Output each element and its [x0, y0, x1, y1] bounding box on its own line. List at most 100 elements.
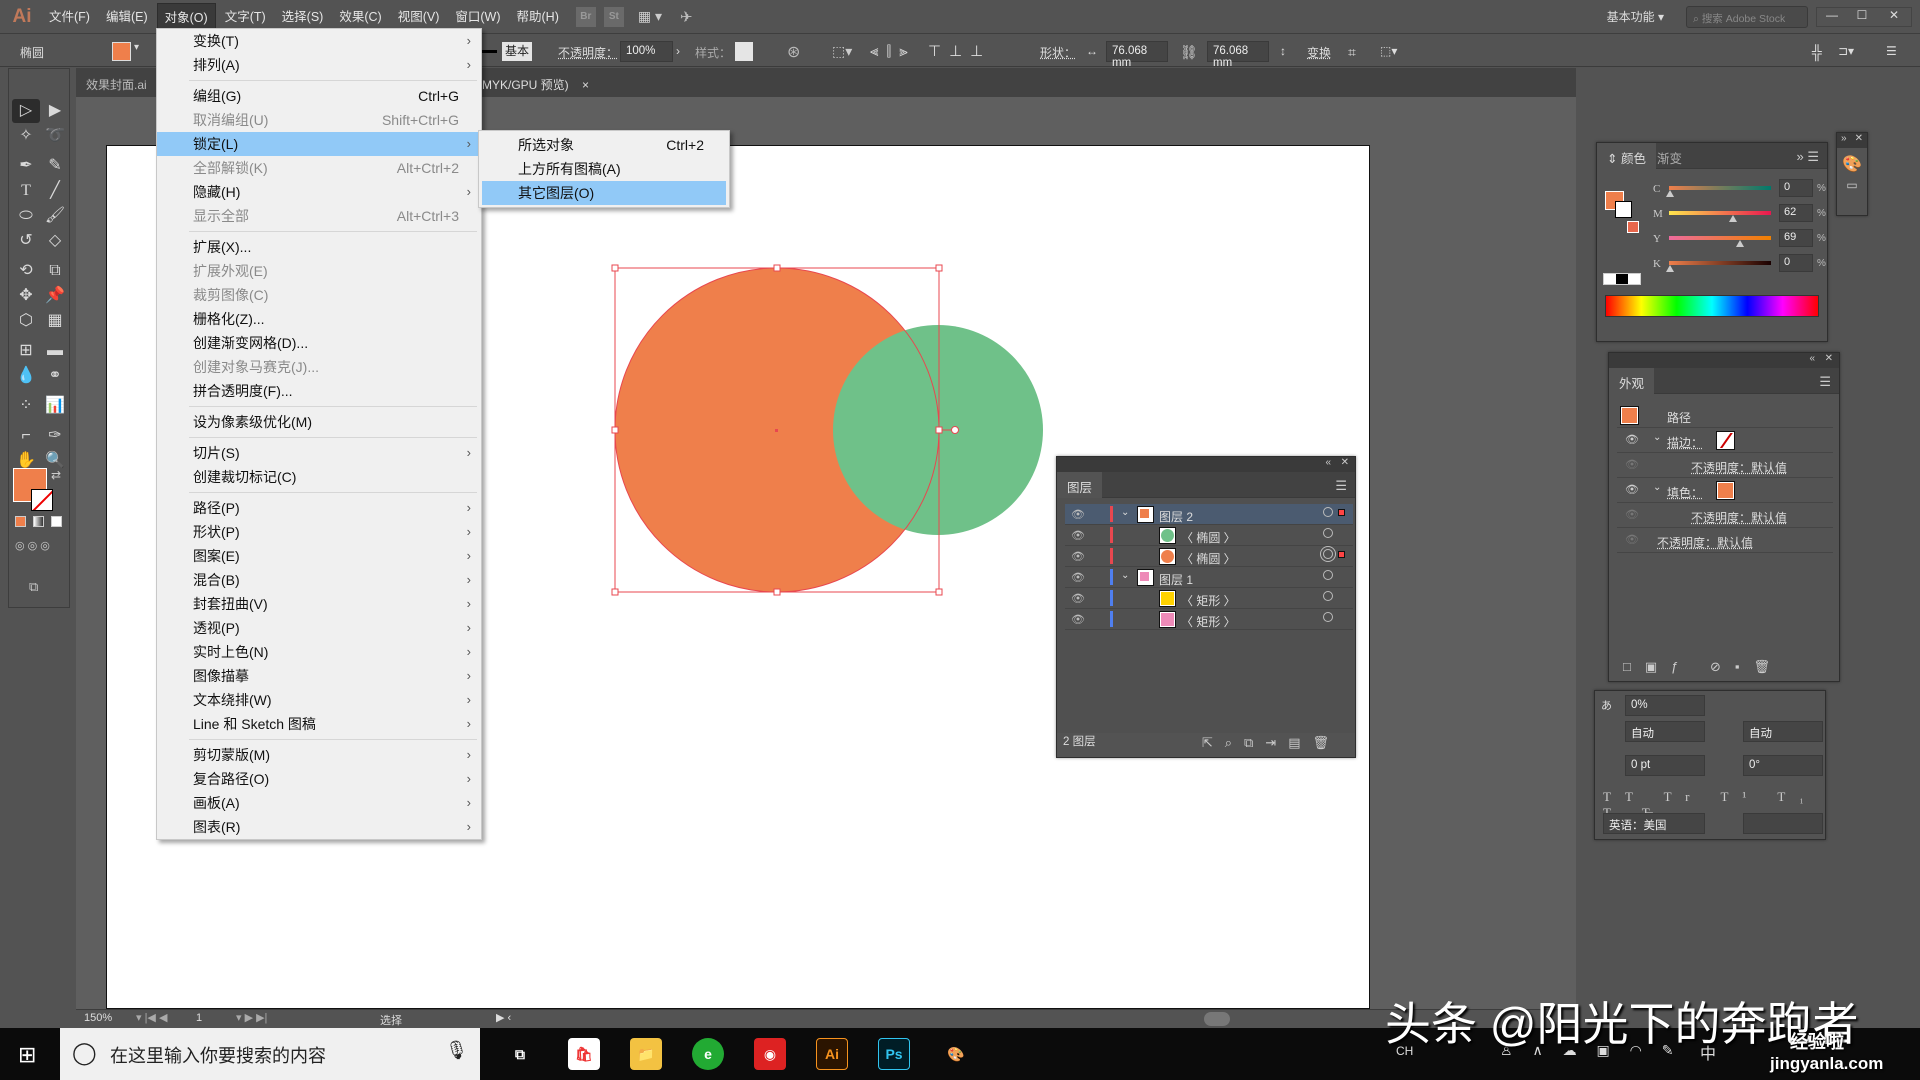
none-black-white-swatches[interactable]: [1603, 273, 1641, 285]
layer-name[interactable]: 〈 椭圆 〉: [1181, 550, 1236, 567]
layer-object-row[interactable]: 👁 〈 椭圆 〉: [1065, 525, 1353, 546]
puppet-warp-tool-icon[interactable]: ✥: [12, 284, 40, 308]
target-circle-icon[interactable]: [1323, 612, 1333, 622]
object-menu-item[interactable]: 拼合透明度(F)...: [157, 379, 481, 403]
symbol-sprayer-tool-icon[interactable]: ⁘: [12, 394, 40, 418]
tab-layers[interactable]: 图层: [1057, 472, 1103, 498]
visibility-eye-icon[interactable]: 👁: [1625, 483, 1639, 496]
magic-wand-tool-icon[interactable]: ✧: [12, 124, 40, 148]
lock-submenu-item[interactable]: 其它图层(O): [482, 181, 726, 205]
visibility-eye-icon[interactable]: 👁: [1625, 433, 1639, 446]
type-tool-icon[interactable]: T: [12, 179, 40, 203]
zoom-level[interactable]: 150%: [84, 1012, 112, 1024]
collapse-panel-icon[interactable]: «: [1325, 457, 1331, 468]
line-tool-icon[interactable]: ╱: [41, 179, 69, 203]
layer-name[interactable]: 〈 矩形 〉: [1181, 613, 1236, 630]
object-menu-item[interactable]: 路径(P) ›: [157, 496, 481, 520]
status-menu-arrow[interactable]: ▶ ‹: [496, 1011, 511, 1024]
mesh-tool-icon[interactable]: ⊞: [12, 339, 40, 363]
color-mode-icon[interactable]: [15, 516, 26, 527]
object-menu-item[interactable]: 混合(B) ›: [157, 568, 481, 592]
object-menu-item[interactable]: 全部解锁(K) Alt+Ctrl+2: [157, 156, 481, 180]
paintbrush-tool-icon[interactable]: 🖌: [41, 204, 69, 228]
object-menu-item[interactable]: 透视(P) ›: [157, 616, 481, 640]
artboard-nav-last[interactable]: ▾ ▶ ▶|: [236, 1011, 267, 1024]
object-menu-item[interactable]: 切片(S) ›: [157, 441, 481, 465]
eraser-tool-icon[interactable]: ◇: [41, 229, 69, 253]
lock-submenu-item[interactable]: 上方所有图稿(A): [482, 157, 726, 181]
close-panel-icon[interactable]: ✕: [1825, 353, 1833, 364]
channel-value-input[interactable]: 62: [1779, 204, 1813, 222]
direct-selection-tool-icon[interactable]: ▶: [41, 99, 69, 123]
slice-tool-icon[interactable]: ✑: [41, 424, 69, 448]
layer-name[interactable]: 〈 椭圆 〉: [1181, 529, 1236, 546]
artboard-number[interactable]: 1: [196, 1012, 202, 1024]
selected-art-indicator[interactable]: [1338, 551, 1345, 558]
layer-row[interactable]: 👁 ⌄ 图层 1: [1065, 567, 1353, 588]
object-menu-item[interactable]: 图像描摹 ›: [157, 664, 481, 688]
channel-value-input[interactable]: 69: [1779, 229, 1813, 247]
panel-menu-icon[interactable]: ☰: [1335, 478, 1347, 494]
object-menu-item[interactable]: 排列(A) ›: [157, 53, 481, 77]
object-menu-item[interactable]: 文本绕排(W) ›: [157, 688, 481, 712]
object-menu-item[interactable]: 封套扭曲(V) ›: [157, 592, 481, 616]
gradient-icon[interactable]: ▭: [1837, 178, 1867, 192]
expand-chevron-icon[interactable]: ⌄: [1121, 570, 1129, 581]
appearance-row[interactable]: 👁 不透明度：默认值: [1617, 503, 1833, 528]
panel-menu-icon[interactable]: ☰: [1819, 374, 1831, 390]
appearance-row[interactable]: 👁 不透明度：默认值: [1617, 453, 1833, 478]
selection-tool-icon[interactable]: ▷: [12, 99, 40, 123]
object-menu-item[interactable]: 创建对象马赛克(J)...: [157, 355, 481, 379]
object-menu-item[interactable]: 显示全部 Alt+Ctrl+3: [157, 204, 481, 228]
object-menu-item[interactable]: 隐藏(H) ›: [157, 180, 481, 204]
scale-tool-icon[interactable]: ⧉: [41, 259, 69, 283]
pin-tool-icon[interactable]: 📌: [41, 284, 69, 308]
visibility-eye-icon[interactable]: 👁: [1071, 508, 1085, 521]
lasso-tool-icon[interactable]: ➰: [41, 124, 69, 148]
object-menu-item[interactable]: 实时上色(N) ›: [157, 640, 481, 664]
draw-mode-icon[interactable]: ◎ ◎ ◎: [15, 539, 50, 552]
curvature-tool-icon[interactable]: ✎: [41, 154, 69, 178]
channel-slider-handle[interactable]: [1736, 240, 1745, 247]
appearance-attribute[interactable]: 不透明度：默认值: [1691, 459, 1787, 476]
object-menu-item[interactable]: 取消编组(U) Shift+Ctrl+G: [157, 108, 481, 132]
object-menu-item[interactable]: 形状(P) ›: [157, 520, 481, 544]
illustrator-taskbar-icon[interactable]: Ai: [816, 1038, 848, 1070]
layer-object-row[interactable]: 👁 〈 椭圆 〉: [1065, 546, 1353, 567]
object-menu-item[interactable]: 栅格化(Z)...: [157, 307, 481, 331]
windows-start-icon[interactable]: ⊞: [18, 1042, 36, 1068]
expand-chevron-icon[interactable]: ⌄: [1121, 507, 1129, 518]
layers-footer-buttons[interactable]: ⇱⌕⧉⇥▤🗑: [1202, 735, 1341, 751]
language-select[interactable]: 英语：美国: [1603, 813, 1705, 834]
object-menu-item[interactable]: Line 和 Sketch 图稿 ›: [157, 712, 481, 736]
appearance-row[interactable]: 👁 ⌄ 描边：: [1617, 428, 1833, 453]
layer-name[interactable]: 图层 2: [1159, 508, 1193, 525]
appearance-attribute[interactable]: 填色：: [1667, 484, 1703, 501]
task-view-icon[interactable]: ⧉: [504, 1038, 536, 1070]
anti-alias-select[interactable]: [1743, 813, 1823, 834]
tracking-input[interactable]: 0%: [1625, 695, 1705, 716]
channel-value-input[interactable]: 0: [1779, 254, 1813, 272]
tab-appearance[interactable]: 外观: [1609, 368, 1655, 394]
gradient-tool-icon[interactable]: ▬: [41, 339, 69, 363]
expand-chevron-icon[interactable]: ⌄: [1653, 482, 1661, 493]
object-menu-item[interactable]: 剪切蒙版(M) ›: [157, 743, 481, 767]
baseline-shift-input[interactable]: 0 pt: [1625, 755, 1705, 776]
lock-submenu-item[interactable]: 所选对象 Ctrl+2: [482, 133, 726, 157]
object-menu-item[interactable]: 锁定(L) ›: [157, 132, 481, 156]
visibility-eye-icon[interactable]: 👁: [1071, 550, 1085, 563]
paint-app-icon[interactable]: 🎨: [940, 1038, 972, 1070]
visibility-eye-icon[interactable]: 👁: [1625, 533, 1639, 546]
object-menu-item[interactable]: 变换(T) ›: [157, 29, 481, 53]
selected-art-indicator[interactable]: [1338, 509, 1345, 516]
target-circle-icon[interactable]: [1323, 570, 1333, 580]
microphone-icon[interactable]: 🎙: [445, 1040, 468, 1061]
shaper-tool-icon[interactable]: ↺: [12, 229, 40, 253]
object-menu-item[interactable]: 扩展(X)...: [157, 235, 481, 259]
leading-auto-left[interactable]: 自动: [1625, 721, 1705, 742]
layer-object-row[interactable]: 👁 〈 矩形 〉: [1065, 609, 1353, 630]
target-circle-icon[interactable]: [1323, 549, 1333, 559]
channel-value-input[interactable]: 0: [1779, 179, 1813, 197]
rotate-tool-icon[interactable]: ⟲: [12, 259, 40, 283]
visibility-eye-icon[interactable]: 👁: [1071, 571, 1085, 584]
